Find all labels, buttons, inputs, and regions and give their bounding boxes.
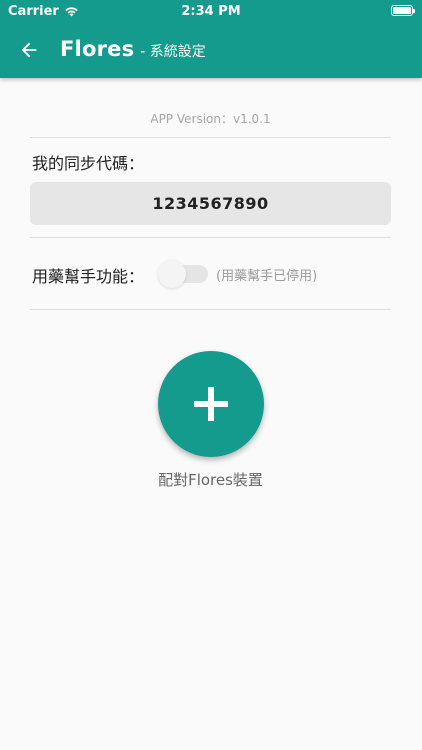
divider	[30, 309, 391, 310]
medication-helper-status: (用藥幫手已停用)	[216, 269, 318, 284]
sync-code-value: 1234567890	[30, 182, 391, 225]
top-bar: Carrier 2:34 PM Flores - 系統設定	[0, 0, 422, 78]
battery-icon	[391, 5, 415, 16]
app-version-text: APP Version：v1.0.1	[150, 112, 271, 126]
sync-code-label: 我的同步代碼：	[32, 154, 145, 173]
pair-device-button[interactable]	[158, 351, 264, 457]
status-bar: Carrier 2:34 PM	[0, 0, 422, 22]
app-title: Flores - 系統設定	[60, 37, 206, 61]
settings-screen: Carrier 2:34 PM Flores - 系統設定 APP Versio…	[0, 0, 422, 750]
arrow-left-icon	[21, 42, 37, 58]
toggle-knob	[158, 260, 186, 288]
battery-fill	[393, 7, 411, 14]
medication-helper-label: 用藥幫手功能：	[32, 267, 145, 286]
app-title-main: Flores	[60, 37, 135, 61]
status-time: 2:34 PM	[181, 4, 241, 19]
app-title-subtitle: - 系統設定	[140, 44, 206, 60]
divider	[30, 237, 391, 238]
divider	[30, 137, 391, 138]
plus-icon	[194, 387, 228, 421]
back-button[interactable]	[14, 35, 44, 65]
medication-helper-toggle[interactable]	[158, 258, 210, 288]
app-bar: Flores - 系統設定	[0, 22, 422, 78]
pair-device-label: 配對Flores裝置	[158, 471, 263, 489]
